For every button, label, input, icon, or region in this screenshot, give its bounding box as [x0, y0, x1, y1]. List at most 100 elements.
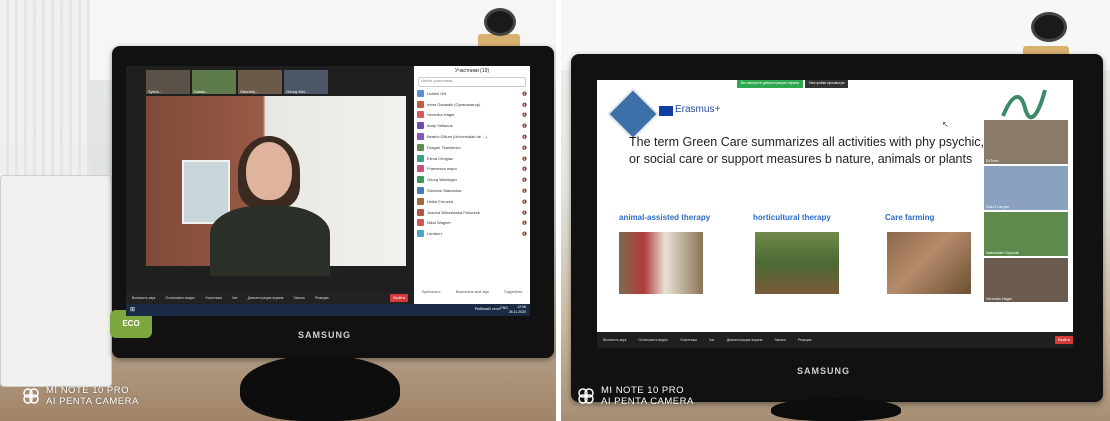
mic-muted-icon[interactable]: 🔇 [522, 102, 527, 107]
participant-row[interactable]: Lambert 🔇 [414, 228, 530, 239]
mic-muted-icon[interactable]: 🔇 [522, 188, 527, 193]
participant-row[interactable]: Andy Seitsnuk 🔇 [414, 120, 530, 131]
category-care-farming: Care farming [885, 213, 935, 222]
participant-row[interactable]: Giedrius Stanciulav 🔇 [414, 185, 530, 196]
screen-share-bar: Вы смотрите демонстрацию экрана Настройк… [737, 80, 849, 88]
photo-girl-with-horse [619, 232, 703, 294]
participant-row[interactable]: Georg Weizinger 🔇 [414, 174, 530, 185]
participants-title: Участники (19) [454, 68, 490, 74]
mic-muted-icon[interactable]: 🔇 [522, 91, 527, 96]
participant-name: Elena Cengiaz [427, 155, 454, 161]
share-screen-button[interactable]: Демонстрация экрана [727, 338, 763, 342]
windows-start-icon[interactable]: ⊞ [130, 306, 135, 313]
participant-name: Giedrius Stanciulav [427, 188, 462, 194]
participant-row[interactable]: Beatrix Gillum (Universidad de ...) 🔇 [414, 131, 530, 142]
chat-button[interactable]: Чат [232, 296, 238, 300]
unmute-button[interactable]: Включить звук [132, 296, 155, 300]
presentation-slide: Вы смотрите демонстрацию экрана Настройк… [597, 80, 1073, 348]
participant-video[interactable]: SALO Larysa [984, 166, 1068, 210]
participant-row[interactable]: Irena Ganiadis (Организатор) 🔇 [414, 99, 530, 110]
avatar [417, 219, 424, 227]
record-button[interactable]: Запись [293, 296, 304, 300]
participant-name: Nikol Wagner [427, 220, 451, 226]
camera-watermark-icon [578, 388, 594, 404]
avatar [417, 154, 424, 162]
more-button[interactable]: Подробнее [504, 290, 522, 294]
participant-row[interactable]: Joanna Wilczewska Potoczek 🔇 [414, 207, 530, 218]
monitor-brand: SAMSUNG [797, 366, 851, 376]
mute-me-button[interactable]: Выключить мой звук [456, 290, 489, 294]
reactions-button[interactable]: Реакции [798, 338, 812, 342]
avatar [417, 143, 424, 151]
stop-video-button[interactable]: Остановить видео [638, 338, 668, 342]
participants-search-input[interactable]: Найти участника [418, 77, 526, 87]
camera-watermark: MI NOTE 10 PRO AI PENTA CAMERA [46, 385, 139, 407]
unmute-button[interactable]: Включить звук [603, 338, 626, 342]
participant-video[interactable]: DrTrem [984, 120, 1068, 164]
desktop-label[interactable]: Рабочий стол [475, 306, 500, 311]
mic-muted-icon[interactable]: 🔇 [522, 210, 527, 215]
mic-muted-icon[interactable]: 🔇 [522, 231, 527, 236]
participant-row[interactable]: Francesca mapo 🔇 [414, 164, 530, 175]
avatar [417, 176, 424, 184]
zoom-toolbar: Включить звук Остановить видео Участники… [597, 332, 1073, 348]
language-indicator[interactable]: ENG [500, 306, 508, 310]
chat-button[interactable]: Чат [709, 338, 715, 342]
participant-name: Joanna Wilczewska Potoczek [427, 209, 480, 215]
mouse-cursor-icon: ↖ [942, 120, 949, 129]
printer [0, 175, 112, 387]
mic-muted-icon[interactable]: 🔇 [522, 112, 527, 117]
mic-muted-icon[interactable]: 🔇 [522, 166, 527, 171]
participant-row[interactable]: Elena Cengiaz 🔇 [414, 153, 530, 164]
thumbnail[interactable]: Karaiv... [192, 70, 236, 94]
record-button[interactable]: Запись [774, 338, 785, 342]
participants-panel: Участники (19) Найти участника Uchimi UN… [414, 66, 530, 316]
avatar [417, 100, 424, 108]
speaker-face [246, 142, 292, 200]
participant-name: Uchimi UN [427, 90, 447, 96]
participant-video[interactable]: Veronika Hager [984, 258, 1068, 302]
thumbnail[interactable]: Sylvia... [146, 70, 190, 94]
monitor-brand: SAMSUNG [298, 330, 352, 340]
participants-button[interactable]: Участники [205, 296, 222, 300]
invite-button[interactable]: Пригласить [422, 290, 441, 294]
participant-row[interactable]: Nikol Wagner 🔇 [414, 218, 530, 229]
camera-watermark-icon [23, 388, 39, 404]
right-photo: SAMSUNG Вы смотрите демонстрацию экрана … [561, 0, 1110, 421]
participants-footer: Пригласить Выключить мой звук Подробнее [414, 290, 530, 294]
participant-row[interactable]: Veronika Hager 🔇 [414, 110, 530, 121]
mic-muted-icon[interactable]: 🔇 [522, 156, 527, 161]
mic-muted-icon[interactable]: 🔇 [522, 123, 527, 128]
leave-button[interactable]: Выйти [1055, 336, 1073, 344]
participant-name: Heike Frenzka [427, 198, 453, 204]
participant-row[interactable]: Dragan Tkachenko 🔇 [414, 142, 530, 153]
participants-button[interactable]: Участники [680, 338, 697, 342]
share-screen-button[interactable]: Демонстрация экрана [248, 296, 284, 300]
thumbnail[interactable]: Georg Wei... [284, 70, 328, 94]
participant-name: Francesca mapo [427, 166, 457, 172]
stop-video-button[interactable]: Остановить видео [165, 296, 195, 300]
system-clock[interactable]: 12:56 26.11.2020 [509, 305, 526, 314]
mic-muted-icon[interactable]: 🔇 [522, 134, 527, 139]
mic-muted-icon[interactable]: 🔇 [522, 145, 527, 150]
participant-name: Veronika Hager [427, 112, 455, 118]
avatar [417, 187, 424, 195]
monitor-stand [240, 355, 400, 421]
thumbnail[interactable]: Gabrielij... [238, 70, 282, 94]
view-options-button[interactable]: Настройки просмотра [805, 80, 849, 88]
leave-button[interactable]: Выйти [390, 294, 408, 302]
mic-muted-icon[interactable]: 🔇 [522, 220, 527, 225]
windows-taskbar: ⊞ Рабочий стол ENG 12:56 26.11.2020 [126, 304, 530, 316]
reactions-button[interactable]: Реакции [315, 296, 329, 300]
mic-muted-icon[interactable]: 🔇 [522, 199, 527, 204]
mic-muted-icon[interactable]: 🔇 [522, 177, 527, 182]
video-thumbnails: Sylvia... Karaiv... Gabrielij... Georg W… [146, 70, 328, 94]
participant-row[interactable]: Uchimi UN 🔇 [414, 88, 530, 99]
participant-name: Beatrix Gillum (Universidad de ...) [427, 134, 487, 140]
participant-name: Andy Seitsnuk [427, 123, 453, 129]
erasmus-logo-text: Erasmus+ [675, 104, 721, 115]
participant-name: Irena Ganiadis (Организатор) [427, 101, 481, 107]
avatar [417, 89, 424, 97]
participant-row[interactable]: Heike Frenzka 🔇 [414, 196, 530, 207]
participant-video[interactable]: Nasiruddin Drjuscik [984, 212, 1068, 256]
